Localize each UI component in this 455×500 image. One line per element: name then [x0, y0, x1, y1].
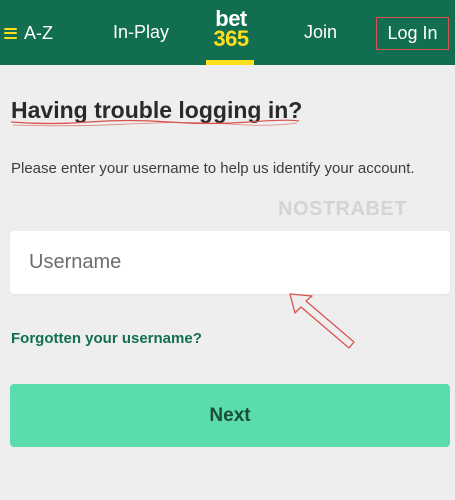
- join-link[interactable]: Join: [304, 22, 337, 43]
- active-tab-indicator: [206, 60, 254, 65]
- arrow-annotation-icon: [289, 293, 355, 349]
- watermark: NOSTRABET: [278, 198, 407, 220]
- az-menu-label: A-Z: [24, 22, 53, 43]
- hamburger-icon: [4, 27, 17, 39]
- in-play-link[interactable]: In-Play: [113, 22, 169, 43]
- next-button[interactable]: Next: [10, 384, 450, 447]
- instructions-text: Please enter your username to help us id…: [11, 160, 415, 177]
- log-in-button[interactable]: Log In: [376, 17, 449, 50]
- logo-text-bottom: 365: [213, 26, 249, 51]
- bet365-logo[interactable]: bet 365: [206, 8, 256, 64]
- forgot-username-link[interactable]: Forgotten your username?: [11, 330, 202, 347]
- username-input[interactable]: [10, 231, 450, 294]
- az-menu-button[interactable]: A-Z: [4, 20, 53, 46]
- title-underline-annotation: [10, 119, 300, 127]
- top-navigation-bar: A-Z In-Play bet 365 Join Log In: [0, 0, 455, 65]
